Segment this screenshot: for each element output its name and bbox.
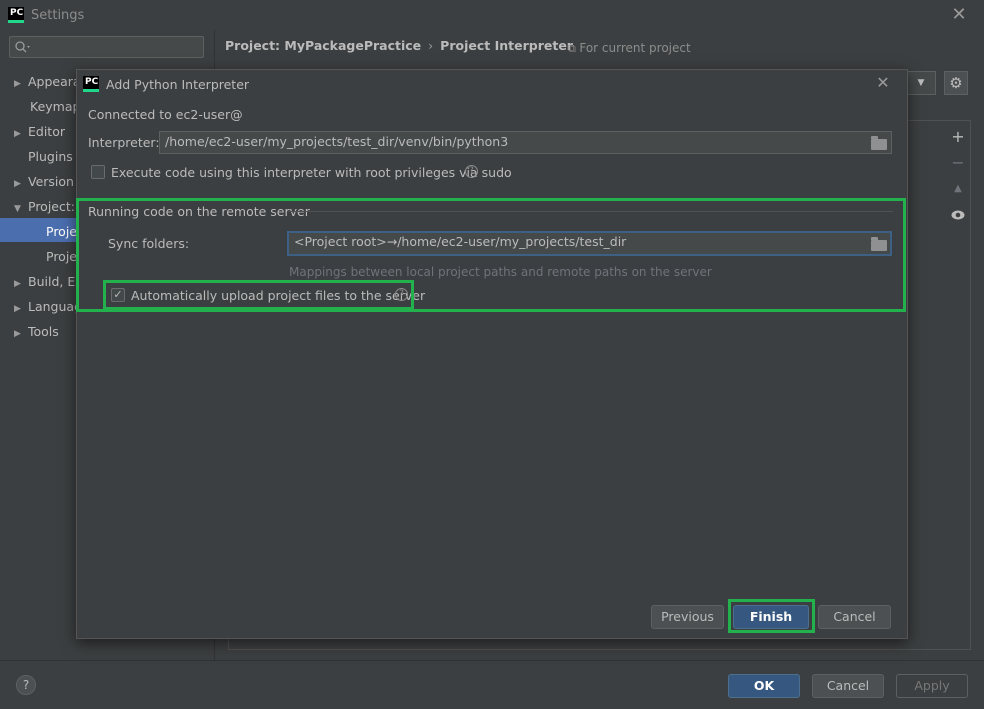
copy-icon: ⧉ xyxy=(568,42,580,55)
remove-icon[interactable]: − xyxy=(945,150,971,176)
section-title: Running code on the remote server xyxy=(88,204,310,219)
window-title: Settings xyxy=(31,8,85,23)
auto-upload-checkbox[interactable]: ✓ xyxy=(111,288,125,302)
breadcrumb-page: Project Interpreter xyxy=(440,38,573,53)
expand-arrow-icon: ▶ xyxy=(14,329,21,339)
pycharm-logo-icon: PC xyxy=(8,7,24,23)
help-icon[interactable]: ? xyxy=(16,675,36,695)
window-close-icon[interactable]: ✕ xyxy=(950,4,968,25)
packages-toolbar: + − ▲ xyxy=(945,124,971,228)
add-interpreter-dialog xyxy=(76,69,908,639)
pycharm-logo-icon: PC xyxy=(83,76,99,92)
interpreter-dropdown-arrow-icon[interactable]: ▼ xyxy=(906,71,936,95)
auto-upload-label: Automatically upload project files to th… xyxy=(131,288,426,303)
sudo-label: Execute code using this interpreter with… xyxy=(111,165,512,180)
eye-icon-svg xyxy=(951,210,965,220)
sidebar-item-label: Project: xyxy=(28,199,75,214)
for-current-project: ⧉ For current project xyxy=(568,41,691,56)
sidebar-item-label: Appeara xyxy=(28,74,81,89)
sidebar-item-label: Version xyxy=(28,174,74,189)
sync-folders-label: Sync folders: xyxy=(108,236,190,251)
interpreter-label: Interpreter: xyxy=(88,135,160,150)
add-icon[interactable]: + xyxy=(945,124,971,150)
browse-folder-icon[interactable] xyxy=(871,136,887,150)
section-divider xyxy=(287,211,893,212)
breadcrumb-separator: › xyxy=(428,38,434,53)
question-help-icon[interactable]: ? xyxy=(395,288,408,301)
sidebar-item-label: Build, Ex xyxy=(28,274,83,289)
settings-search-input[interactable] xyxy=(9,36,204,58)
dialog-close-icon[interactable]: ✕ xyxy=(873,73,893,93)
sidebar-item-label: Keymap xyxy=(30,99,81,114)
ok-button[interactable]: OK xyxy=(728,674,800,698)
settings-titlebar xyxy=(0,0,984,30)
sidebar-item-label: Editor xyxy=(28,124,65,139)
breadcrumb-project[interactable]: Project: MyPackagePractice xyxy=(225,38,421,53)
finish-button[interactable]: Finish xyxy=(733,605,809,629)
dialog-cancel-button[interactable]: Cancel xyxy=(818,605,891,629)
question-help-icon[interactable]: ? xyxy=(465,165,478,178)
connected-to-label: Connected to ec2-user@ xyxy=(88,107,243,122)
settings-cancel-button[interactable]: Cancel xyxy=(812,674,884,698)
previous-button[interactable]: Previous xyxy=(651,605,724,629)
sync-folders-value: <Project root>→/home/ec2-user/my_project… xyxy=(294,234,627,249)
apply-button[interactable]: Apply xyxy=(896,674,968,698)
browse-folder-icon[interactable] xyxy=(871,237,887,251)
sync-folders-field[interactable]: <Project root>→/home/ec2-user/my_project… xyxy=(287,231,892,256)
for-current-project-label: For current project xyxy=(579,41,691,55)
gear-icon[interactable]: ⚙ xyxy=(944,71,968,95)
sudo-checkbox[interactable] xyxy=(91,165,105,179)
collapse-arrow-icon: ▼ xyxy=(14,204,21,214)
interpreter-path-field[interactable]: /home/ec2-user/my_projects/test_dir/venv… xyxy=(159,131,892,154)
sidebar-item-label: Tools xyxy=(28,324,59,339)
breadcrumb: Project: MyPackagePractice › Project Inter… xyxy=(225,38,573,53)
interpreter-path-value: /home/ec2-user/my_projects/test_dir/venv… xyxy=(165,134,509,149)
search-icon xyxy=(15,41,30,53)
upgrade-icon[interactable]: ▲ xyxy=(945,176,971,202)
eye-icon[interactable] xyxy=(945,202,971,228)
sidebar-item-label: Plugins xyxy=(28,149,73,164)
mappings-hint: Mappings between local project paths and… xyxy=(289,265,712,279)
sidebar-item-label: Languag xyxy=(28,299,82,314)
dialog-title: Add Python Interpreter xyxy=(106,77,250,92)
